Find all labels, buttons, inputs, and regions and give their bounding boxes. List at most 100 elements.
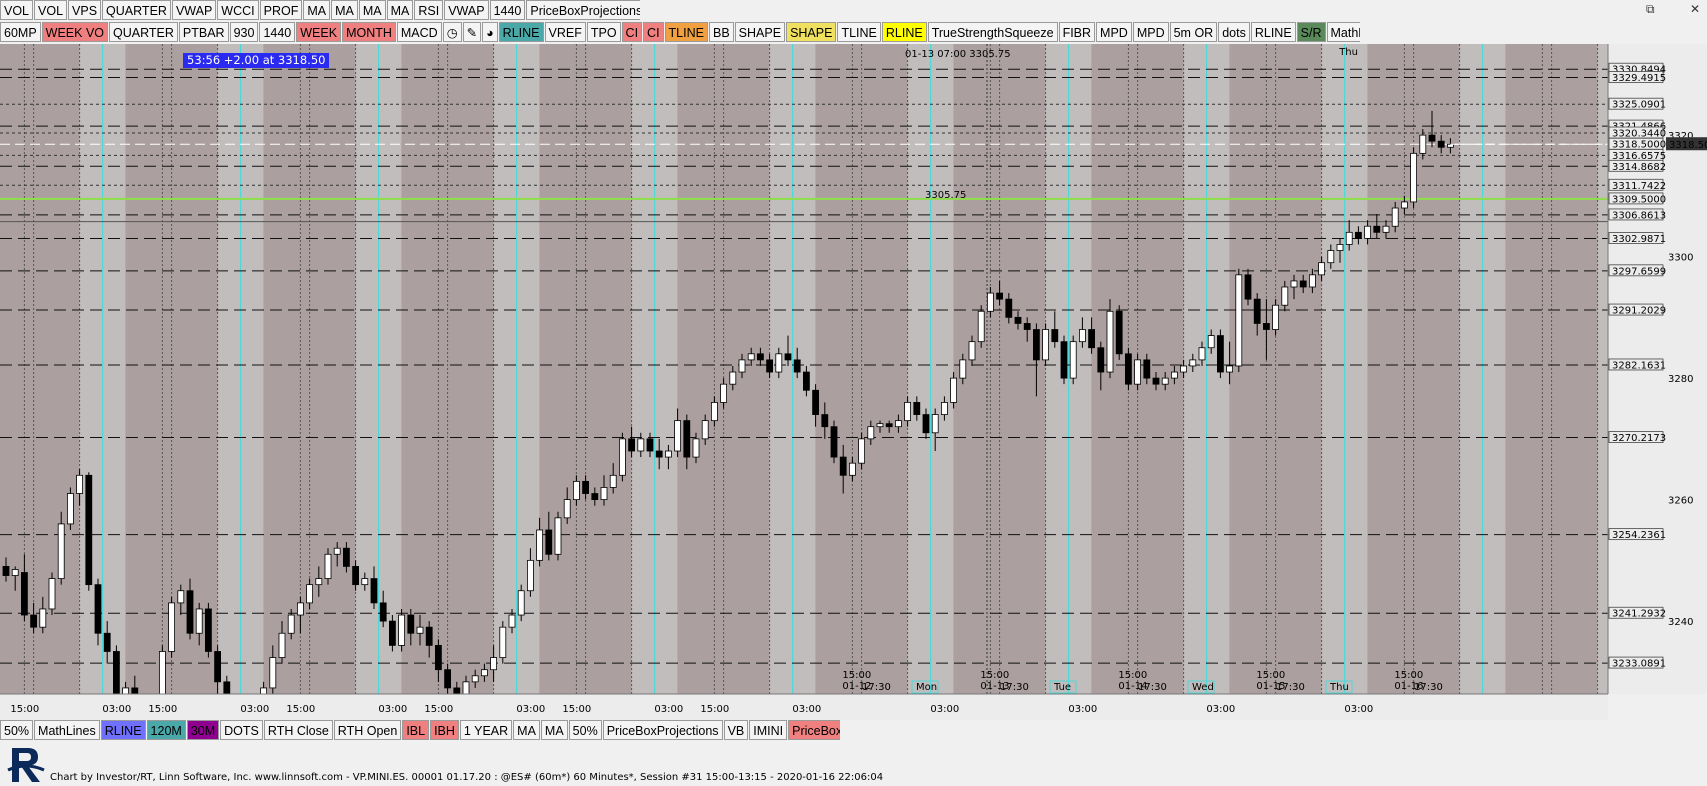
candle-body[interactable] [646,438,654,452]
candle-body[interactable] [1419,134,1427,154]
candle-body[interactable] [674,420,681,452]
candle-body[interactable] [1161,377,1169,385]
candle-body[interactable] [1097,347,1105,373]
candle-body[interactable] [1051,329,1059,343]
candle-body[interactable] [637,438,645,452]
candle-body[interactable] [950,377,957,403]
candle-body[interactable] [379,602,387,622]
toolbar_bottom-button-50-[interactable]: 50% [0,720,34,740]
toolbar_top-button-quarter[interactable]: QUARTER [102,0,171,20]
candle-body[interactable] [766,359,773,373]
candle-body[interactable] [554,517,562,555]
toolbar_second-button-bb[interactable]: BB [708,22,734,42]
candle-body[interactable] [177,590,185,604]
candle-body[interactable] [1069,341,1077,379]
candle-body[interactable] [609,474,617,488]
candle-body[interactable] [665,450,672,458]
candle-body[interactable] [11,569,19,576]
candle-body[interactable] [296,602,304,616]
toolbar_top-button-vol[interactable]: VOL [34,0,68,20]
candle-body[interactable] [333,547,341,555]
toolbar_bottom-button-mathlines[interactable]: MathLines [34,720,100,740]
toolbar_bottom-button-ibl[interactable]: IBL [402,720,430,740]
toolbar_second-button-60mp[interactable]: 60MP [0,22,41,42]
candle-body[interactable] [370,578,378,604]
toolbar_bottom-button-rline[interactable]: RLINE [100,720,146,740]
candle-body[interactable] [876,423,884,428]
toolbar_bottom-button-30m[interactable]: 30M [186,720,220,740]
candle-body[interactable] [895,420,902,428]
candle-body[interactable] [701,420,709,440]
candle-body[interactable] [1033,329,1040,361]
candle-body[interactable] [1345,231,1353,245]
toolbar_second-button-dots[interactable]: dots [1218,22,1250,42]
candle-body[interactable] [573,480,580,501]
candle-body[interactable] [204,608,212,652]
candle-body[interactable] [591,493,599,501]
candle-body[interactable] [839,456,847,476]
candle-body[interactable] [1014,316,1022,324]
toolbar_second-button-s-r[interactable]: S/R [1296,22,1326,42]
candle-body[interactable] [536,529,543,561]
toolbar_bottom-button-1-year[interactable]: 1 YEAR [459,720,513,740]
toolbar_second-button-truestrengthsqueeze[interactable]: TrueStrengthSqueeze [927,22,1058,42]
toolbar_top-button-ma[interactable]: MA [331,0,358,20]
candle-body[interactable] [85,474,93,586]
candle-body[interactable] [158,651,166,701]
toolbar_second-button-vref[interactable]: VREF [544,22,586,42]
candle-body[interactable] [1382,225,1390,233]
candle-body[interactable] [1134,359,1141,385]
candle-body[interactable] [1226,365,1233,373]
candle-body[interactable] [757,353,764,361]
candle-body[interactable] [425,626,433,646]
toolbar_top-button-rsi[interactable]: RSI [414,0,444,20]
candle-body[interactable] [977,310,985,343]
candle-body[interactable] [628,438,635,452]
toolbar_second-button-tline[interactable]: TLINE [837,22,881,42]
candle-body[interactable] [20,572,28,616]
toolbar_second-button-rline[interactable]: RLINE [498,22,544,42]
candle-body[interactable] [867,426,875,440]
candle-body[interactable] [324,553,332,579]
candle-body[interactable] [1198,347,1206,361]
toolbar_second-button-macd[interactable]: MACD [396,22,442,42]
candle-body[interactable] [1373,225,1381,233]
candle-body[interactable] [1060,341,1068,379]
candle-body[interactable] [1309,274,1316,288]
candle-body[interactable] [1355,231,1362,239]
candle-body[interactable] [122,687,129,695]
candle-body[interactable] [849,462,856,476]
candle-body[interactable] [941,402,948,415]
clock-icon[interactable]: ◷ [442,22,462,42]
candle-body[interactable] [987,292,994,312]
candle-body[interactable] [931,414,939,434]
candle-body[interactable] [1391,207,1399,227]
candle-body[interactable] [1207,335,1215,349]
candle-body[interactable] [747,353,755,361]
candle-body[interactable] [94,584,102,634]
toolbar_second-button-1440[interactable]: 1440 [259,22,296,42]
candle-body[interactable] [527,559,534,592]
candle-body[interactable] [471,675,479,683]
candle-body[interactable] [729,371,737,385]
candle-body[interactable] [1189,359,1197,367]
toolbar_top-button-1440[interactable]: 1440 [489,0,526,20]
candle-body[interactable] [784,353,792,361]
candle-body[interactable] [1290,280,1298,288]
candle-body[interactable] [904,402,911,422]
toolbar_top-button-vps[interactable]: VPS [68,0,102,20]
candle-body[interactable] [1281,286,1289,306]
toolbar_second-button-fibr[interactable]: FIBR [1058,22,1096,42]
toolbar_second-button-930[interactable]: 930 [229,22,259,42]
candle-body[interactable] [913,402,921,415]
candle-body[interactable] [858,438,865,464]
pencil-icon[interactable]: ✎ [462,22,482,42]
candle-body[interactable] [1299,280,1307,288]
toolbar_second-button-rline[interactable]: RLINE [1250,22,1296,42]
toolbar_bottom-button-50-[interactable]: 50% [568,720,602,740]
toolbar_top-button-priceboxprojections[interactable]: PriceBoxProjections [526,0,640,20]
candle-body[interactable] [517,590,525,616]
toolbar_bottom-button-priceboxprojections[interactable]: PriceBoxProjections [788,720,840,740]
candle-body[interactable] [39,608,47,628]
toolbar_second-button-tline[interactable]: TLINE [664,22,708,42]
